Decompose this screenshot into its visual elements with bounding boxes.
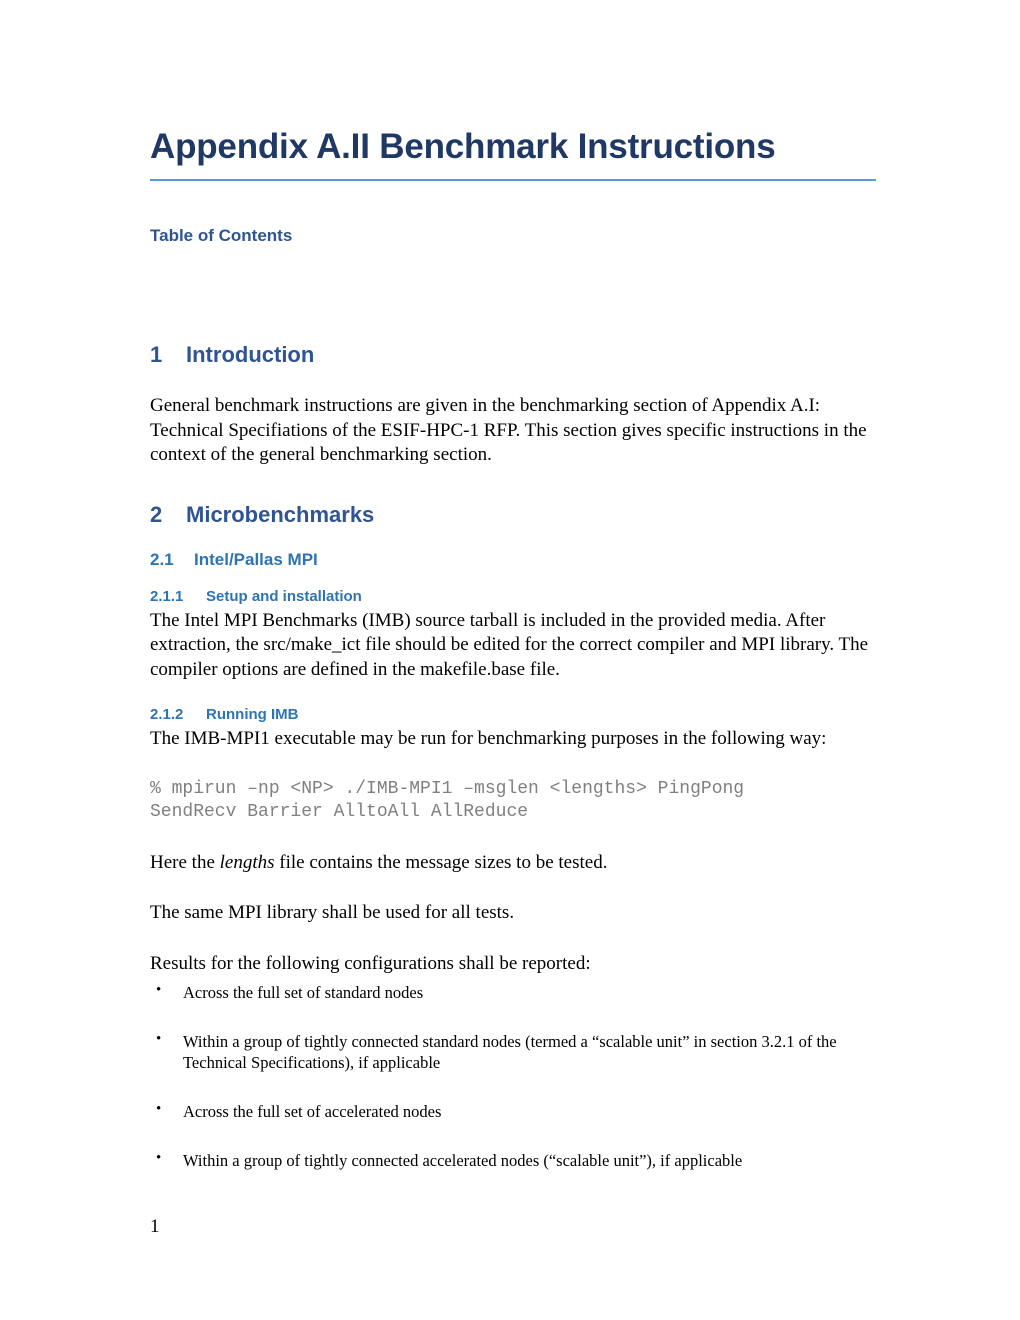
- page-number: 1: [150, 1216, 160, 1237]
- bullet-icon: •: [156, 1101, 162, 1118]
- heading-intel-pallas-mpi: 2.1 Intel/Pallas MPI: [150, 550, 876, 570]
- lengths-filename: lengths: [219, 851, 275, 873]
- table-of-contents-heading: Table of Contents: [150, 226, 293, 246]
- heading-setup-and-installation-label: Setup and installation: [206, 587, 362, 605]
- configurations-bullet-list: • Across the full set of standard nodes …: [150, 982, 876, 1172]
- command-code-block: % mpirun –np <NP> ./IMB-MPI1 –msglen <le…: [150, 778, 745, 823]
- list-item: • Within a group of tightly connected st…: [150, 1031, 876, 1073]
- list-item-text: Across the full set of standard nodes: [183, 983, 424, 1003]
- setup-paragraph: The Intel MPI Benchmarks (IMB) source ta…: [150, 609, 869, 680]
- bullet-icon: •: [156, 1031, 162, 1048]
- list-item-text: Within a group of tightly connected acce…: [183, 1151, 743, 1171]
- lengths-note-prefix: Here the: [150, 851, 220, 873]
- heading-microbenchmarks-label: Microbenchmarks: [186, 501, 375, 527]
- heading-running-imb-label: Running IMB: [206, 706, 299, 724]
- lengths-note-paragraph: Here the lengths file contains the messa…: [150, 851, 876, 876]
- list-item: • Across the full set of standard nodes: [150, 982, 876, 1003]
- heading-setup-and-installation: 2.1.1 Setup and installation: [150, 588, 876, 605]
- lengths-note-suffix: file contains the message sizes to be te…: [274, 851, 608, 873]
- heading-introduction-label: Introduction: [186, 342, 315, 368]
- heading-microbenchmarks-number: 2: [150, 501, 163, 527]
- heading-setup-and-installation-number: 2.1.1: [150, 587, 184, 605]
- list-item-text: Within a group of tightly connected stan…: [183, 1032, 837, 1073]
- document-content: Appendix A.II Benchmark Instructions Tab…: [150, 0, 876, 1172]
- list-item: • Within a group of tightly connected ac…: [150, 1150, 876, 1171]
- results-lead-in-paragraph: Results for the following configurations…: [150, 952, 591, 974]
- mpi-library-paragraph: The same MPI library shall be used for a…: [150, 902, 515, 924]
- heading-intel-pallas-mpi-label: Intel/Pallas MPI: [194, 549, 318, 569]
- document-page: Appendix A.II Benchmark Instructions Tab…: [0, 0, 1020, 1320]
- introduction-paragraph: General benchmark instructions are given…: [150, 395, 867, 466]
- list-item-text: Across the full set of accelerated nodes: [183, 1102, 442, 1122]
- page-title: Appendix A.II Benchmark Instructions: [150, 127, 776, 166]
- table-of-contents-field: [150, 246, 876, 342]
- bullet-icon: •: [156, 1150, 162, 1167]
- heading-running-imb: 2.1.2 Running IMB: [150, 706, 876, 723]
- bullet-icon: •: [156, 982, 162, 999]
- heading-running-imb-number: 2.1.2: [150, 706, 184, 724]
- heading-introduction: 1 Introduction: [150, 342, 876, 368]
- heading-introduction-number: 1: [150, 342, 163, 368]
- heading-microbenchmarks: 2 Microbenchmarks: [150, 502, 876, 528]
- list-item: • Across the full set of accelerated nod…: [150, 1101, 876, 1122]
- heading-intel-pallas-mpi-number: 2.1: [150, 549, 174, 569]
- running-imb-intro-paragraph: The IMB-MPI1 executable may be run for b…: [150, 728, 827, 750]
